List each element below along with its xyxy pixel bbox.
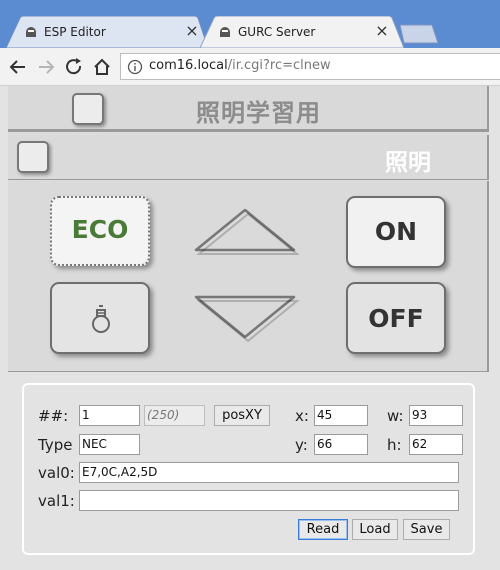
favicon-icon — [220, 27, 230, 37]
tab-title: ESP Editor — [44, 25, 106, 39]
off-button[interactable]: OFF — [346, 282, 446, 354]
val1-label: val1: — [38, 492, 75, 510]
on-button[interactable]: ON — [346, 196, 446, 268]
url-text: com16.local/ir.cgi?rc=clnew — [149, 58, 331, 73]
tab-gurc-server[interactable]: GURC Server × — [200, 16, 404, 48]
num-max-field: (250) — [144, 405, 205, 426]
favicon-icon — [26, 27, 36, 37]
w-label: w: — [387, 407, 404, 425]
val0-input[interactable]: E7,0C,A2,5D — [79, 462, 459, 483]
address-bar[interactable]: com16.local/ir.cgi?rc=clnew — [120, 53, 500, 80]
lighting-checkbox[interactable] — [17, 141, 49, 173]
new-tab-button[interactable] — [400, 24, 440, 44]
back-arrow-icon[interactable] — [8, 57, 28, 77]
home-icon[interactable] — [92, 57, 112, 77]
button-editor-form: ##: 1 (250) posXY x: 45 w: 93 Type NEC y… — [22, 383, 475, 555]
reload-icon[interactable] — [64, 57, 84, 77]
brightness-up-button[interactable] — [190, 206, 300, 256]
tab-esp-editor[interactable]: ESP Editor × — [6, 16, 208, 48]
val1-input[interactable] — [79, 490, 459, 511]
brightness-down-button[interactable] — [190, 293, 300, 343]
type-input[interactable]: NEC — [79, 434, 140, 455]
remote-buttons-area: ECO ON OFF — [8, 181, 489, 372]
num-label: ##: — [38, 407, 69, 425]
info-icon[interactable] — [127, 59, 143, 75]
remote-panel: 照明学習用 照明 ECO ON OFF — [8, 86, 489, 372]
url-path: /ir.cgi?rc=clnew — [227, 58, 331, 73]
y-label: y: — [295, 436, 308, 454]
learning-checkbox[interactable] — [72, 93, 104, 125]
browser-toolbar: com16.local/ir.cgi?rc=clnew — [0, 48, 500, 86]
learning-header: 照明学習用 — [8, 86, 489, 132]
lighting-header: 照明 — [8, 135, 489, 180]
tab-title: GURC Server — [238, 25, 316, 39]
learning-title: 照明学習用 — [196, 99, 321, 127]
forward-arrow-icon[interactable] — [36, 57, 56, 77]
type-label: Type — [38, 436, 73, 454]
save-button[interactable]: Save — [403, 519, 450, 540]
x-label: x: — [295, 407, 309, 425]
num-input[interactable]: 1 — [79, 405, 140, 426]
close-icon[interactable]: × — [374, 22, 390, 40]
bulb-icon — [92, 305, 110, 333]
bulb-button[interactable] — [50, 282, 150, 354]
y-input[interactable]: 66 — [314, 434, 368, 455]
url-host: com16.local — [149, 58, 228, 73]
read-button[interactable]: Read — [298, 519, 348, 540]
x-input[interactable]: 45 — [314, 405, 368, 426]
load-button[interactable]: Load — [352, 519, 398, 540]
browser-tab-strip: ESP Editor × GURC Server × — [0, 0, 500, 48]
lighting-title: 照明 — [385, 150, 431, 176]
h-label: h: — [387, 436, 402, 454]
h-input[interactable]: 62 — [409, 434, 463, 455]
posxy-button[interactable]: posXY — [214, 405, 270, 426]
close-icon[interactable]: × — [184, 22, 200, 40]
eco-button[interactable]: ECO — [50, 196, 150, 266]
val0-label: val0: — [38, 464, 75, 482]
page-content: 照明学習用 照明 ECO ON OFF ##: 1 (250) posXY x:… — [0, 86, 500, 570]
w-input[interactable]: 93 — [409, 405, 463, 426]
